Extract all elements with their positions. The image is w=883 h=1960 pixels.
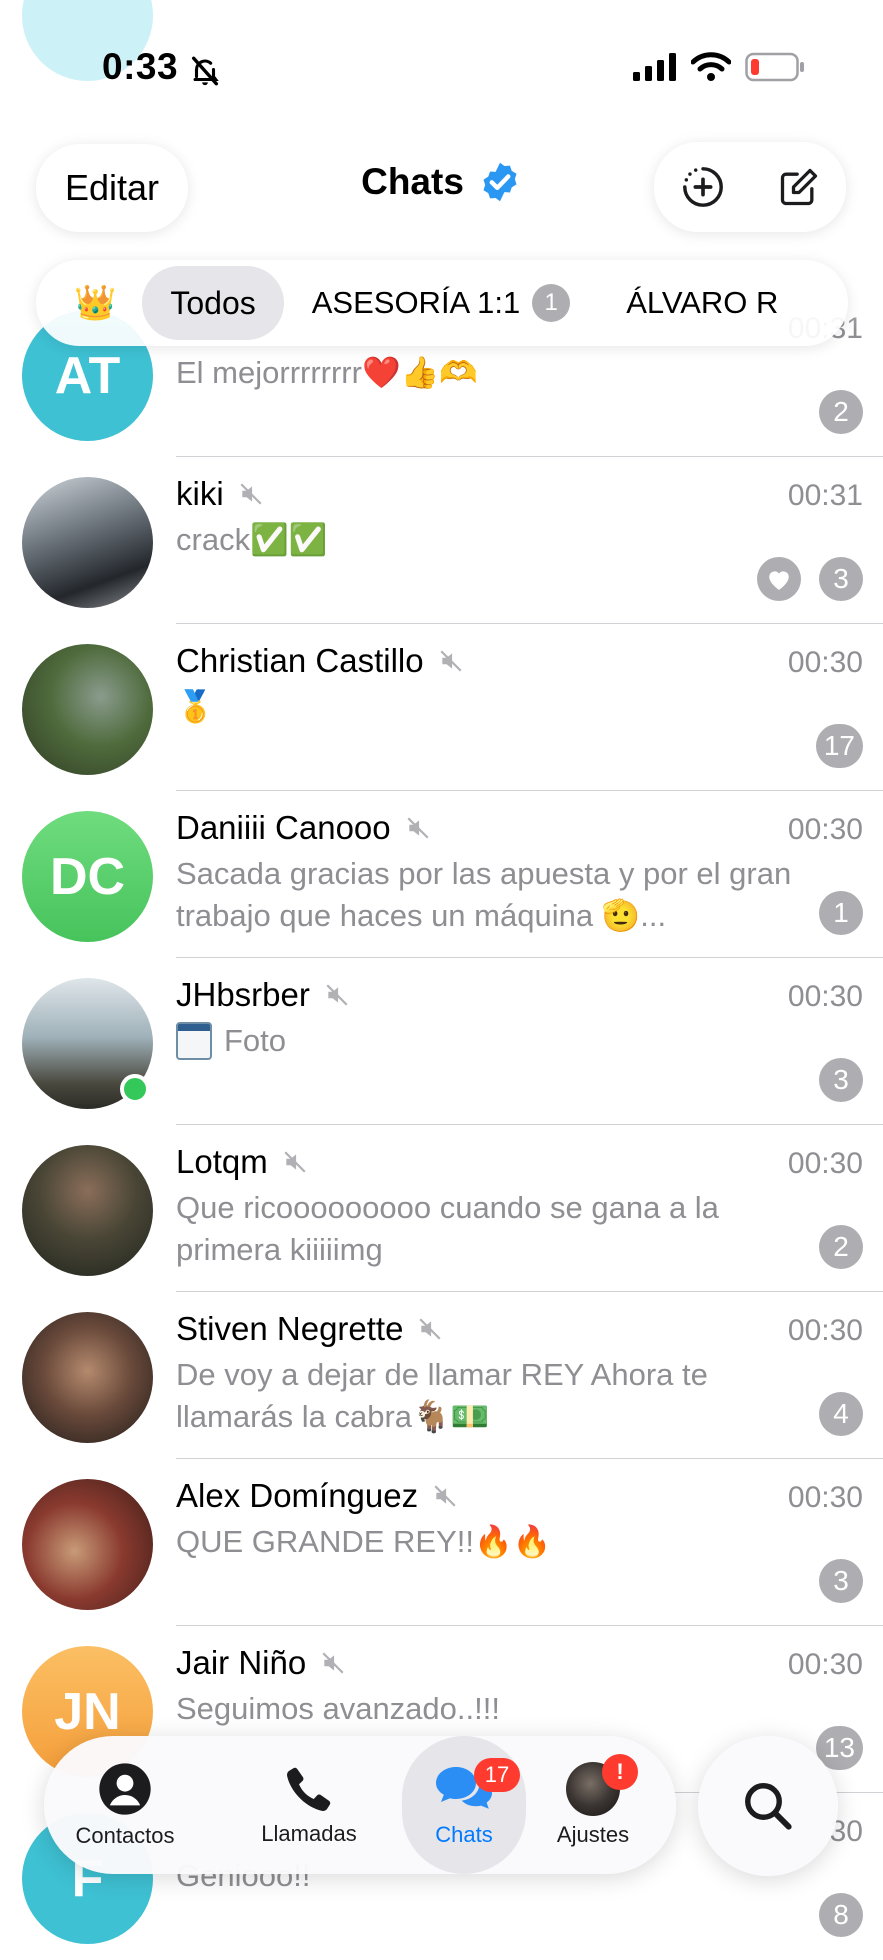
- chat-name: Daniiii Canooo: [176, 809, 431, 847]
- tab-todos[interactable]: Todos: [142, 266, 284, 340]
- muted-icon: [326, 984, 348, 1006]
- chat-name: Alex Domínguez: [176, 1477, 458, 1515]
- battery-low-icon: [745, 52, 804, 82]
- chat-preview: QUE GRANDE REY!!🔥🔥: [176, 1524, 552, 1559]
- chat-name: kiki: [176, 475, 264, 513]
- avatar: [22, 1479, 153, 1610]
- unread-badge: 2: [819, 390, 863, 434]
- avatar: [22, 1145, 153, 1276]
- search-icon: [745, 1783, 792, 1830]
- chat-name: Stiven Negrette: [176, 1310, 443, 1348]
- signal-icon: [633, 53, 676, 81]
- muted-icon: [407, 817, 429, 839]
- tab-label: Contactos: [75, 1823, 175, 1848]
- chat-preview: Seguimos avanzado..!!!: [176, 1691, 500, 1726]
- unread-badge: 17: [815, 724, 863, 768]
- chat-row[interactable]: Lotqm 00:30 Que ricooooooooo cuando se g…: [0, 1125, 883, 1292]
- tab-llamadas[interactable]: Llamadas: [240, 1736, 378, 1874]
- unread-badge: 8: [819, 1893, 863, 1937]
- unread-badge: 3: [819, 1058, 863, 1102]
- avatar: [22, 1312, 153, 1443]
- muted-icon: [240, 483, 262, 505]
- chat-preview: 🥇: [176, 689, 215, 724]
- chat-name: Christian Castillo: [176, 642, 464, 680]
- tab-asesoria[interactable]: ASESORÍA 1:1 1: [284, 266, 599, 340]
- chat-time: 00:30: [787, 646, 863, 679]
- chat-time: 00:30: [787, 813, 863, 846]
- status-icons: [633, 52, 805, 82]
- chat-row[interactable]: Stiven Negrette 00:30 De voy a dejar de …: [0, 1292, 883, 1459]
- chat-name: Lotqm: [176, 1143, 308, 1181]
- muted-icon: [440, 650, 462, 672]
- chat-preview: El mejorrrrrrrr❤️👍🫶: [176, 355, 478, 390]
- muted-icon: [419, 1318, 441, 1340]
- chat-time: 00:30: [787, 1147, 863, 1180]
- wifi-icon: [691, 52, 731, 81]
- silent-bell-icon: [191, 56, 219, 86]
- chat-time: 00:30: [787, 1648, 863, 1681]
- reaction-heart-icon: [757, 557, 801, 601]
- chat-row[interactable]: Christian Castillo 00:30 🥇 17: [0, 624, 883, 791]
- chat-row[interactable]: Alex Domínguez 00:30 QUE GRANDE REY!!🔥🔥 …: [0, 1459, 883, 1626]
- edit-button[interactable]: Editar: [36, 144, 188, 232]
- tab-label: Llamadas: [261, 1821, 357, 1846]
- chat-row[interactable]: kiki 00:31 crack✅✅ 3: [0, 457, 883, 624]
- online-indicator: [120, 1074, 150, 1104]
- chat-preview: Que ricooooooooo cuando se gana a la pri…: [176, 1190, 719, 1267]
- compose-icon[interactable]: [777, 165, 821, 209]
- unread-badge: 3: [819, 557, 863, 601]
- tab-contactos[interactable]: Contactos: [56, 1736, 194, 1874]
- avatar: [22, 644, 153, 775]
- tab-ajustes[interactable]: Ajustes !: [524, 1736, 662, 1874]
- tab-crown[interactable]: 👑: [36, 266, 142, 340]
- unread-badge: 4: [819, 1392, 863, 1436]
- chat-row[interactable]: DC Daniiii Canooo 00:30 Sacada gracias p…: [0, 791, 883, 958]
- chat-preview: Sacada gracias por las apuesta y por el …: [176, 856, 792, 933]
- chats-unread-badge: 17: [474, 1758, 520, 1792]
- chat-time: 00:30: [787, 1481, 863, 1514]
- muted-icon: [434, 1485, 456, 1507]
- folder-tabs: 👑 Todos ASESORÍA 1:1 1 ÁLVARO R: [36, 260, 848, 346]
- muted-icon: [322, 1652, 344, 1674]
- header-actions: [654, 142, 846, 232]
- chat-name: JHbsrber: [176, 976, 350, 1014]
- tab-label: Ajustes: [556, 1822, 630, 1847]
- person-circle-icon: [99, 1763, 151, 1815]
- status-time: 0:33: [102, 46, 179, 87]
- chat-time: 00:31: [787, 479, 863, 512]
- tab-count-badge: 1: [532, 284, 571, 322]
- chat-time: 00:30: [787, 1314, 863, 1347]
- tab-bar: Contactos Llamadas Chats 17 Ajustes !: [44, 1736, 676, 1874]
- new-story-icon[interactable]: [680, 164, 726, 210]
- unread-badge: 3: [819, 1559, 863, 1603]
- chat-preview: Foto: [176, 1020, 794, 1062]
- tab-chats[interactable]: Chats 17: [402, 1736, 526, 1874]
- search-button[interactable]: [698, 1736, 838, 1876]
- tab-label: Chats: [435, 1822, 493, 1847]
- unread-badge: 1: [819, 891, 863, 935]
- chat-preview: crack✅✅: [176, 522, 328, 557]
- photo-thumbnail-icon: [176, 1022, 212, 1060]
- chat-name: Jair Niño: [176, 1644, 346, 1682]
- avatar: DC: [22, 811, 153, 942]
- chat-row[interactable]: JHbsrber 00:30 Foto 3: [0, 958, 883, 1125]
- tab-alvaro[interactable]: ÁLVARO R: [598, 266, 806, 340]
- muted-icon: [284, 1151, 306, 1173]
- unread-badge: 2: [819, 1225, 863, 1269]
- phone-icon: [287, 1767, 331, 1811]
- chat-preview: De voy a dejar de llamar REY Ahora te ll…: [176, 1357, 708, 1434]
- settings-alert-badge: !: [602, 1754, 638, 1790]
- chat-time: 00:30: [787, 980, 863, 1013]
- avatar: [22, 477, 153, 608]
